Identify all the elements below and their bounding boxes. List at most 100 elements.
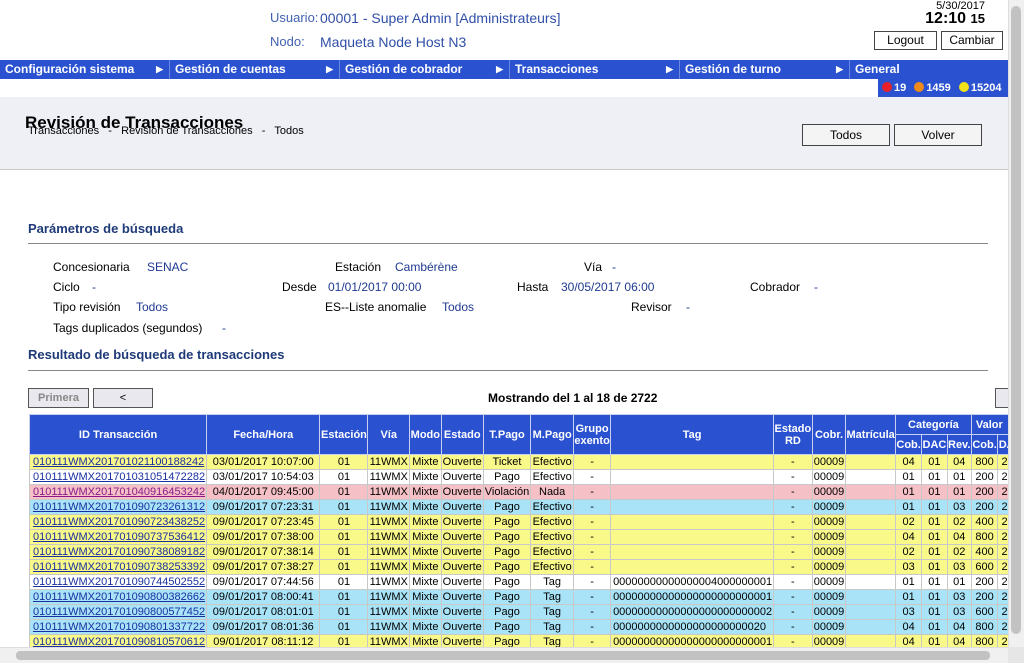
menu-label: Configuración sistema (5, 62, 135, 76)
cell-vcob: 600 (970, 559, 999, 575)
col-grupo[interactable]: Grupo exento (573, 414, 612, 455)
red-count: 19 (894, 82, 907, 94)
user-value: 00001 - Super Admin [Administrateurs] (320, 10, 561, 26)
col-fecha[interactable]: Fecha/Hora (206, 414, 321, 455)
cell-fecha: 09/01/2017 07:23:31 (206, 499, 321, 515)
col-tpago[interactable]: T.Pago (482, 414, 532, 455)
cell-cobr: 00009 (811, 574, 847, 590)
cell-mat (845, 544, 896, 560)
table-row[interactable]: 010111WMX201701090723438252 09/01/2017 07… (28, 514, 1024, 530)
change-button[interactable]: Cambiar (941, 31, 1003, 50)
all-button[interactable]: Todos (802, 124, 890, 146)
cell-cobr: 00009 (811, 619, 847, 635)
main-menu: Configuración sistema ▶ Gestión de cuenta… (0, 60, 1008, 79)
menu-cobrador[interactable]: Gestión de cobrador ▶ (340, 60, 510, 79)
menu-configuracion[interactable]: Configuración sistema ▶ (0, 60, 170, 79)
cell-cobr: 00009 (811, 589, 847, 605)
col-via[interactable]: Vía (367, 414, 410, 455)
cell-vcob: 800 (970, 529, 999, 545)
cell-grupo: - (573, 514, 612, 530)
col-cat-dac[interactable]: DAC (921, 434, 948, 455)
cell-est: 01 (319, 604, 369, 620)
first-page-button[interactable]: Primera (28, 388, 89, 408)
cell-fecha: 09/01/2017 07:38:00 (206, 529, 321, 545)
cell-modo: Mixte (409, 544, 442, 560)
cell-mat (845, 559, 896, 575)
col-id[interactable]: ID Transacción (28, 414, 208, 455)
cell-modo: Mixte (409, 454, 442, 470)
table-row[interactable]: 010111WMX201701090738089182 09/01/2017 07… (28, 544, 1024, 560)
transaction-id-cell: 010111WMX201701090744502552 (28, 574, 208, 590)
params-section-title: Parámetros de búsqueda (28, 221, 184, 236)
cell-rd: - (773, 484, 813, 500)
cell-rd: - (773, 454, 813, 470)
transaction-id-link[interactable]: 010111WMX201701090801337722 (33, 621, 205, 633)
cell-mpago: Efectivo (530, 499, 575, 515)
transactions-table: ID Transacción Fecha/Hora Estación Vía M… (28, 414, 1024, 650)
transaction-id-link[interactable]: 010111WMX201701031051472282 (33, 471, 205, 483)
transaction-id-link[interactable]: 010111WMX201701090800382662 (33, 591, 205, 603)
table-row[interactable]: 010111WMX201701090800382662 09/01/2017 08… (28, 589, 1024, 605)
cell-cob: 03 (894, 559, 923, 575)
col-cat-rev[interactable]: Rev. (946, 434, 972, 455)
col-tag[interactable]: Tag (610, 414, 775, 455)
transaction-id-link[interactable]: 010111WMX201701090723261312 (33, 501, 205, 513)
cell-cob: 01 (894, 574, 923, 590)
transaction-id-cell: 010111WMX201701090801337722 (28, 619, 208, 635)
transaction-id-link[interactable]: 010111WMX201701040916453242 (33, 486, 205, 498)
cell-est: 01 (319, 499, 369, 515)
col-matricula[interactable]: Matrícula (845, 414, 896, 455)
menu-turno[interactable]: Gestión de turno ▶ (680, 60, 850, 79)
cell-grupo: - (573, 484, 612, 500)
table-row[interactable]: 010111WMX201701021100188242 03/01/2017 10… (28, 454, 1024, 470)
col-cat-cob[interactable]: Cob. (894, 434, 923, 455)
next-page-button[interactable] (995, 388, 1008, 408)
menu-transacciones[interactable]: Transacciones ▶ (510, 60, 680, 79)
table-row[interactable]: 010111WMX201701040916453242 04/01/2017 09… (28, 484, 1024, 500)
current-time: 12:10 15 (925, 10, 985, 28)
horizontal-scrollbar-thumb[interactable] (16, 651, 990, 660)
transaction-id-link[interactable]: 010111WMX201701090744502552 (33, 576, 205, 588)
cell-vcob: 600 (970, 604, 999, 620)
cell-dac: 01 (921, 559, 948, 575)
table-row[interactable]: 010111WMX201701090801337722 09/01/2017 08… (28, 619, 1024, 635)
col-val-cob[interactable]: Cob. (970, 434, 999, 455)
col-cobr[interactable]: Cobr. (811, 414, 847, 455)
logout-button[interactable]: Logout (874, 31, 937, 50)
transaction-id-link[interactable]: 010111WMX201701090738089182 (33, 546, 205, 558)
transaction-id-link[interactable]: 010111WMX201701090738253392 (33, 561, 205, 573)
table-row[interactable]: 010111WMX201701090744502552 09/01/2017 07… (28, 574, 1024, 590)
orange-alert-icon (914, 82, 925, 92)
transaction-id-link[interactable]: 010111WMX201701090737536412 (33, 531, 205, 543)
col-modo[interactable]: Modo (409, 414, 442, 455)
revisor-value: - (686, 300, 690, 314)
col-estado[interactable]: Estado (440, 414, 484, 455)
cell-mat (845, 619, 896, 635)
back-button[interactable]: Volver (894, 124, 982, 146)
menu-label: Gestión de cuentas (175, 62, 286, 76)
tags-duplicados-label: Tags duplicados (segundos) (53, 321, 203, 335)
status-counters: 19 1459 15204 (878, 79, 1008, 97)
vertical-scrollbar-thumb[interactable] (1011, 6, 1021, 634)
menu-label: Transacciones (515, 62, 599, 76)
transaction-id-link[interactable]: 010111WMX201701090723438252 (33, 516, 205, 528)
table-row[interactable]: 010111WMX201701090738253392 09/01/2017 07… (28, 559, 1024, 575)
table-row[interactable]: 010111WMX201701090800577452 09/01/2017 08… (28, 604, 1024, 620)
menu-general[interactable]: General (850, 60, 1008, 79)
menu-cuentas[interactable]: Gestión de cuentas ▶ (170, 60, 340, 79)
table-row[interactable]: 010111WMX201701090723261312 09/01/2017 07… (28, 499, 1024, 515)
table-row[interactable]: 010111WMX201701090737536412 09/01/2017 07… (28, 529, 1024, 545)
hasta-label: Hasta (517, 280, 549, 294)
cell-rev: 03 (946, 604, 972, 620)
transaction-id-link[interactable]: 010111WMX201701090800577452 (33, 606, 205, 618)
cell-cob: 03 (894, 604, 923, 620)
col-estacion[interactable]: Estación (319, 414, 369, 455)
transaction-id-link[interactable]: 010111WMX201701021100188242 (33, 456, 204, 468)
transaction-id-cell: 010111WMX201701040916453242 (28, 484, 208, 500)
transaction-id-cell: 010111WMX201701090738253392 (28, 559, 208, 575)
col-mpago[interactable]: M.Pago (530, 414, 575, 455)
menu-arrow-icon: ▶ (496, 64, 503, 74)
col-estado-rd[interactable]: Estado RD (773, 414, 813, 455)
table-row[interactable]: 010111WMX201701031051472282 03/01/2017 10… (28, 469, 1024, 485)
prev-page-button[interactable]: < (93, 388, 153, 408)
